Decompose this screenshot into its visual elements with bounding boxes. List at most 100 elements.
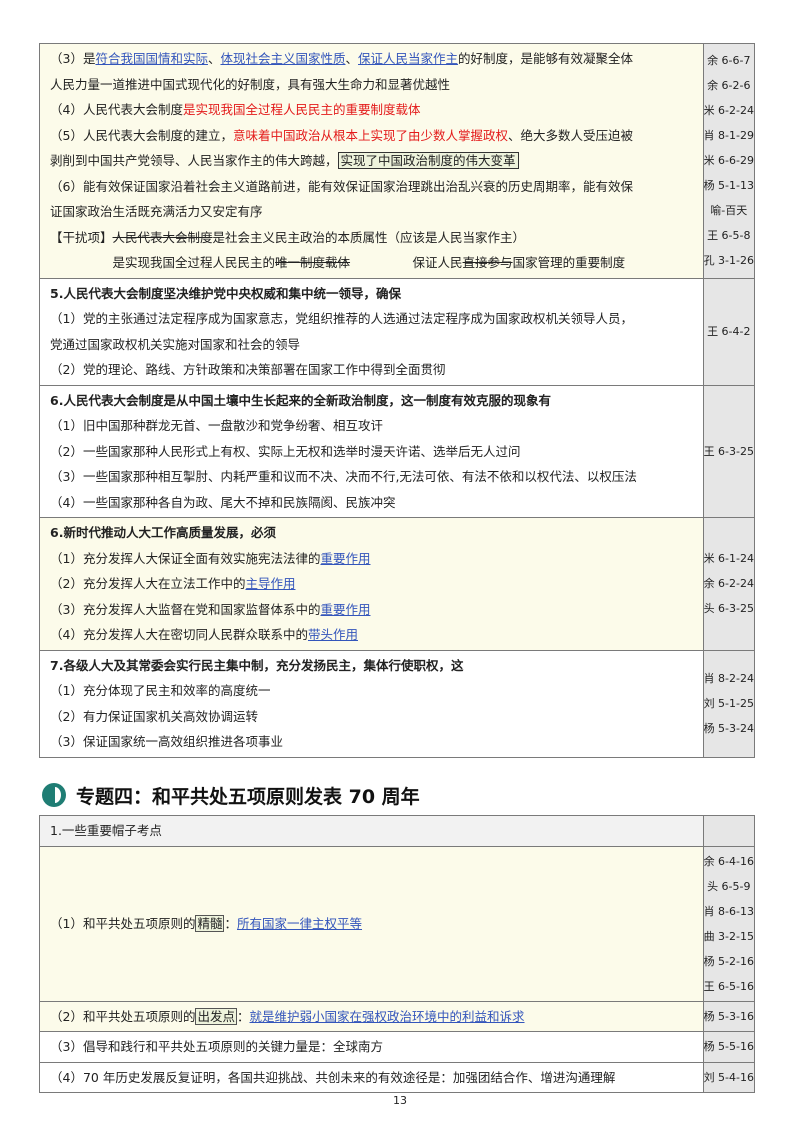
- line-text: （1）和平共处五项原则的: [50, 915, 196, 931]
- row3-content: （3）倡导和践行和平共处五项原则的关键力量是：全球南方: [39, 1031, 704, 1063]
- line-text: （2）充分发挥人大在立法工作中的: [50, 576, 246, 591]
- ref-code: 王 6-5-8: [707, 229, 751, 243]
- block7-line: （4）充分发挥人大在密切同人民群众联系中的带头作用: [50, 622, 695, 648]
- ref-code: 米 6-1-24: [703, 552, 754, 566]
- line-text: 【干扰项】: [50, 229, 113, 245]
- row2-content: （2）和平共处五项原则的 出发点 ：就是维护弱小国家在强权政治环境中的利益和诉求: [39, 1000, 704, 1032]
- line-text: 的好制度，是能够有效凝聚全体: [458, 51, 634, 66]
- ref-code: 肖 8-6-13: [703, 904, 754, 918]
- row3-line: （3）倡导和践行和平共处五项原则的关键力量是：全球南方: [50, 1039, 383, 1054]
- block8-content: 7.各级人大及其常委会实行民主集中制，充分发扬民主，集体行使职权，这 （1）充分…: [39, 649, 704, 758]
- key-phrase: 是实现我国全过程人民民主的重要制度载体: [182, 102, 421, 117]
- key-phrase: 主导作用: [245, 576, 296, 591]
- table2-header: 1.一些重要帽子考点: [39, 815, 704, 847]
- people-congress-table: （3）是符合我国国情和实际、体现社会主义国家性质、保证人民当家作主的好制度，是能…: [39, 43, 756, 758]
- line-text: （4）充分发挥人大在密切同人民群众联系中的: [50, 627, 308, 642]
- table-row: （3）是符合我国国情和实际、体现社会主义国家性质、保证人民当家作主的好制度，是能…: [39, 43, 756, 279]
- line-text: 是社会主义民主政治的本质属性（应该是人民当家作主）: [212, 229, 526, 245]
- key-term: 精髓: [195, 914, 225, 932]
- ref-code: 肖 8-1-29: [703, 129, 754, 143]
- block7-content: 6.新时代推动人大工作高质量发展，必须 （1）充分发挥人大保证全面有效实施宪法法…: [39, 517, 704, 651]
- block1-line: （5）人民代表大会制度的建立，意味着中国政治从根本上实现了由少数人掌握政权、绝大…: [50, 123, 695, 149]
- ref-code: 余 6-6-7: [707, 54, 751, 68]
- row4-refs: 刘 5-4-16: [702, 1061, 756, 1093]
- key-term: 出发点: [195, 1007, 237, 1025]
- ref-code: 米 6-6-29: [703, 154, 754, 168]
- block5-title: 5.人民代表大会制度坚决维护党中央权威和集中统一领导，确保: [50, 285, 401, 301]
- row1-refs: 余 6-4-16 头 6-5-9 肖 8-6-13 曲 3-2-15 杨 5-2…: [702, 845, 756, 1002]
- ref-code: 刘 5-1-25: [703, 697, 754, 710]
- block1-line: 是实现我国全过程人民民主的唯一制度载体 保证人民直接参与国家管理的重要制度: [50, 250, 695, 276]
- block7-line: （1）充分发挥人大保证全面有效实施宪法法律的重要作用: [50, 546, 695, 572]
- block7-line: （2）充分发挥人大在立法工作中的主导作用: [50, 571, 695, 597]
- table-row: 6.人民代表大会制度是从中国土壤中生长起来的全新政治制度，这一制度有效克服的现象…: [39, 384, 756, 518]
- block1-line: 【干扰项】人民代表大会制度是社会主义民主政治的本质属性（应该是人民当家作主）: [50, 225, 695, 251]
- line-text: （3）充分发挥人大监督在党和国家监督体系中的: [50, 601, 321, 617]
- block6-content: 6.人民代表大会制度是从中国土壤中生长起来的全新政治制度，这一制度有效克服的现象…: [39, 384, 704, 518]
- key-phrase: 所有国家一律主权平等: [237, 915, 363, 931]
- ref-code: 王 6-4-2: [707, 325, 751, 338]
- block1-refs: 余 6-6-7 余 6-2-6 米 6-2-24 肖 8-1-29 米 6-6-29 杨 …: [702, 43, 756, 279]
- key-phrase: 体现社会主义国家性质: [220, 51, 346, 66]
- ref-code: 杨 5-2-16: [703, 954, 754, 968]
- block6-line: （2）一些国家那种人民形式上有权、实际上无权和选举时漫天许诺、选举后无人过问: [50, 443, 521, 459]
- block5-refs: 王 6-4-2: [702, 277, 756, 386]
- block8-title: 7.各级人大及其常委会实行民主集中制，充分发扬民主，集体行使职权，这: [50, 657, 464, 673]
- block8-line: （1）充分体现了民主和效率的高度统一: [50, 683, 271, 698]
- block1-line: 剥削到中国共产党领导、人民当家作主的伟大跨越， 实现了中国政治制度的伟大变革: [50, 148, 695, 174]
- table-row: （1）和平共处五项原则的 精髓 ：所有国家一律主权平等 余 6-4-16 头 6-5…: [39, 845, 756, 1002]
- block5-line: 党通过国家政权机关实施对国家和社会的领导: [50, 336, 301, 352]
- line-text: （2）和平共处五项原则的: [50, 1008, 196, 1024]
- row4-line: （4）70 年历史发展反复证明，各国共迎挑战、共创未来的有效途径是：加强团结合作…: [50, 1069, 616, 1085]
- block1-content: （3）是符合我国国情和实际、体现社会主义国家性质、保证人民当家作主的好制度，是能…: [39, 43, 704, 279]
- colon: ：: [236, 1008, 250, 1024]
- line-text: 人民力量一道推进中国式现代化的好制度，具有强大生命力和显著优越性: [50, 76, 451, 92]
- line-text: （6）能有效保证国家沿着社会主义道路前进，能有效保证国家治理跳出治乱兴衰的历史周…: [50, 178, 633, 194]
- ref-code: 喻-百天: [710, 204, 748, 218]
- block6-title: 6.人民代表大会制度是从中国土壤中生长起来的全新政治制度，这一制度有效克服的现象…: [50, 392, 551, 408]
- ref-code: 杨 5-1-13: [703, 179, 754, 193]
- colon: ：: [224, 915, 237, 931]
- line-text: （5）人民代表大会制度的建立，: [50, 127, 233, 143]
- distractor-phrase: 人民代表大会制度: [112, 229, 213, 245]
- key-phrase: 带头作用: [307, 627, 358, 642]
- table-row: （2）和平共处五项原则的 出发点 ：就是维护弱小国家在强权政治环境中的利益和诉求 杨…: [39, 1000, 756, 1032]
- key-phrase: 保证人民当家作主: [358, 51, 459, 66]
- block1-line: 证国家政治生活既充满活力又安定有序: [50, 199, 695, 225]
- row3-refs: 杨 5-5-16: [702, 1031, 756, 1063]
- ref-code: 米 6-2-24: [703, 104, 754, 118]
- key-phrase: 实现了中国政治制度的伟大变革: [337, 152, 519, 169]
- table-row: 5.人民代表大会制度坚决维护党中央权威和集中统一领导，确保 （1）党的主张通过法…: [39, 277, 756, 386]
- ref-code: 头 6-3-25: [703, 602, 754, 616]
- block6-line: （4）一些国家那种各自为政、尾大不掉和民族隔阂、民族冲突: [50, 494, 396, 510]
- five-principles-table: 1.一些重要帽子考点 （1）和平共处五项原则的 精髓 ：所有国家一律主权平等 余 6…: [39, 815, 756, 1093]
- table2-header-side: [702, 815, 756, 847]
- ref-code: 刘 5-4-16: [703, 1070, 754, 1084]
- ref-code: 王 6-3-25: [703, 444, 754, 458]
- key-phrase: 重要作用: [320, 601, 371, 617]
- table-row: （4）70 年历史发展反复证明，各国共迎挑战、共创未来的有效途径是：加强团结合作…: [39, 1061, 756, 1093]
- key-phrase: 就是维护弱小国家在强权政治环境中的利益和诉求: [249, 1008, 525, 1024]
- line-text: （1）充分发挥人大保证全面有效实施宪法法律的: [50, 550, 321, 566]
- ref-code: 杨 5-3-16: [703, 1009, 754, 1023]
- ref-code: 头 6-5-9: [707, 879, 751, 893]
- block7-line: （3）充分发挥人大监督在党和国家监督体系中的重要作用: [50, 597, 695, 623]
- key-phrase: 符合我国国情和实际: [95, 51, 208, 66]
- block7-refs: 米 6-1-24 余 6-2-24 头 6-3-25: [702, 517, 756, 651]
- table-row: （3）倡导和践行和平共处五项原则的关键力量是：全球南方 杨 5-5-16: [39, 1031, 756, 1063]
- block8-refs: 肖 8-2-24 刘 5-1-25 杨 5-3-24: [702, 649, 756, 758]
- section-title: 专题四：和平共处五项原则发表 70 周年: [76, 785, 420, 808]
- table-row: 1.一些重要帽子考点: [39, 815, 756, 847]
- row2-line: （2）和平共处五项原则的 出发点 ：就是维护弱小国家在强权政治环境中的利益和诉求: [50, 1004, 695, 1030]
- ref-code: 余 6-4-16: [703, 854, 754, 868]
- ref-code: 孔 3-1-26: [703, 254, 754, 268]
- section-bullet-icon: [42, 783, 66, 807]
- block6-line: （3）一些国家那种相互掣肘、内耗严重和议而不决、决而不行,无法可依、有法不依和以…: [50, 469, 637, 484]
- key-phrase: 重要作用: [320, 550, 371, 566]
- block1-line: （3）是符合我国国情和实际、体现社会主义国家性质、保证人民当家作主的好制度，是能…: [50, 46, 695, 72]
- table-row: 7.各级人大及其常委会实行民主集中制，充分发扬民主，集体行使职权，这 （1）充分…: [39, 649, 756, 758]
- ref-code: 曲 3-2-15: [703, 929, 754, 943]
- line-text: 保证人民: [350, 255, 463, 270]
- key-phrase: 意味着中国政治从根本上实现了由少数人掌握政权: [232, 127, 508, 143]
- ref-code: 余 6-2-24: [703, 577, 754, 591]
